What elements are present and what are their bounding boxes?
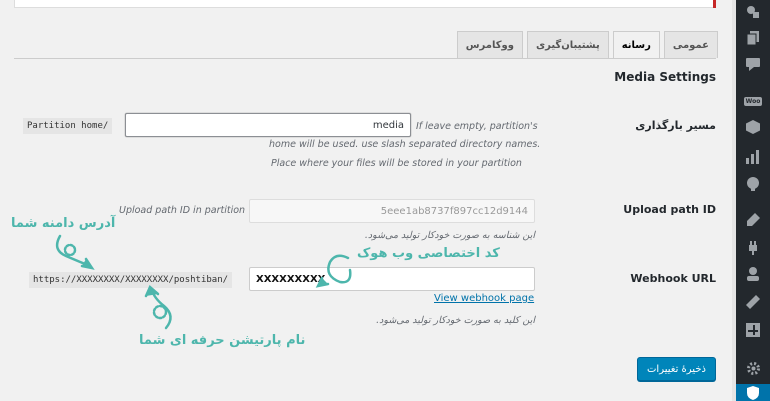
annotation-arrows	[55, 234, 352, 330]
domain-arrow	[55, 234, 95, 270]
webhook-code-arrow	[315, 254, 352, 288]
partition-arrow	[144, 284, 172, 330]
